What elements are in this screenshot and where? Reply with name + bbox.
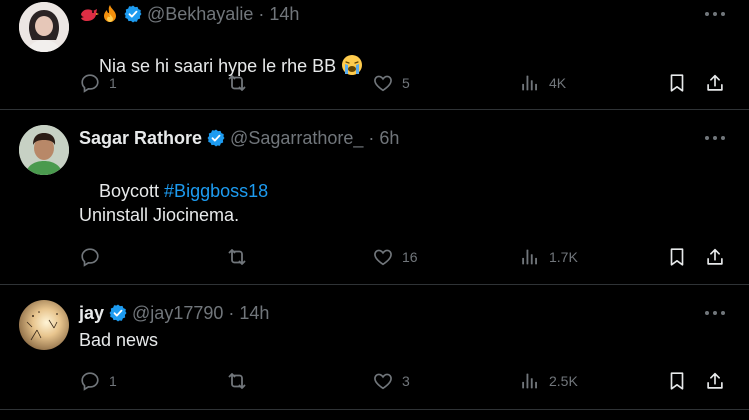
avatar[interactable]: [19, 300, 69, 350]
tweet-header: Sagar Rathore @Sagarrathore_ · 6h: [79, 127, 399, 149]
separator-dot: ·: [258, 3, 265, 24]
reply-count: 1: [109, 75, 117, 91]
tweet-handle[interactable]: @jay17790: [132, 303, 223, 324]
like-count: 3: [402, 373, 410, 389]
like-button[interactable]: 3: [372, 369, 410, 393]
reply-button[interactable]: 1: [79, 369, 117, 393]
like-icon: [372, 72, 394, 94]
tweet-author-name[interactable]: Sagar Rathore: [79, 128, 202, 149]
views-count: 1.7K: [549, 249, 578, 265]
tweet-author-name[interactable]: jay: [79, 303, 104, 324]
tweet-time[interactable]: 6h: [379, 128, 399, 149]
red-bird-emoji: [79, 5, 99, 23]
more-icon[interactable]: [704, 130, 726, 146]
bookmark-button[interactable]: [666, 369, 688, 393]
views-icon: [519, 246, 541, 268]
tweet-handle[interactable]: @Sagarrathore_: [230, 128, 363, 149]
retweet-button[interactable]: [225, 369, 249, 393]
tweet-actions: 16 1.7K: [0, 245, 749, 269]
bookmark-icon: [666, 246, 688, 268]
views-button[interactable]: 2.5K: [519, 369, 578, 393]
separator-dot: ·: [228, 302, 235, 323]
reply-icon: [79, 246, 101, 268]
verified-icon: [123, 4, 143, 24]
share-button[interactable]: [704, 71, 726, 95]
tweet-actions: 1 5 4K: [0, 71, 749, 95]
share-button[interactable]: [704, 245, 726, 269]
tweet-handle[interactable]: @Bekhayalie: [147, 4, 253, 25]
like-icon: [372, 370, 394, 392]
retweet-icon: [225, 369, 249, 393]
tweet[interactable]: @Bekhayalie · 14h Nia se hi saari hype l…: [0, 0, 749, 110]
views-icon: [519, 72, 541, 94]
tweet-time[interactable]: 14h: [239, 303, 269, 324]
like-button[interactable]: 5: [372, 71, 410, 95]
verified-icon: [108, 303, 128, 323]
verified-icon: [206, 128, 226, 148]
more-icon[interactable]: [704, 305, 726, 321]
tweet[interactable]: jay @jay17790 · 14h Bad news 1 3 2.5K: [0, 285, 749, 410]
tweet[interactable]: Sagar Rathore @Sagarrathore_ · 6h Boycot…: [0, 110, 749, 285]
reply-button[interactable]: [79, 245, 101, 269]
views-count: 2.5K: [549, 373, 578, 389]
tweet-actions: 1 3 2.5K: [0, 369, 749, 393]
retweet-icon: [225, 245, 249, 269]
avatar[interactable]: [19, 2, 69, 52]
tweet-header: jay @jay17790 · 14h: [79, 302, 269, 324]
bookmark-icon: [666, 72, 688, 94]
reply-icon: [79, 72, 101, 94]
reply-button[interactable]: 1: [79, 71, 117, 95]
like-button[interactable]: 16: [372, 245, 418, 269]
avatar[interactable]: [19, 125, 69, 175]
views-button[interactable]: 4K: [519, 71, 566, 95]
retweet-button[interactable]: [225, 71, 249, 95]
retweet-icon: [225, 71, 249, 95]
views-icon: [519, 370, 541, 392]
like-count: 5: [402, 75, 410, 91]
hashtag-link[interactable]: #Biggboss18: [164, 181, 268, 201]
fire-emoji: [101, 4, 119, 24]
views-count: 4K: [549, 75, 567, 91]
tweet-time[interactable]: 14h: [269, 4, 299, 25]
retweet-button[interactable]: [225, 245, 249, 269]
tweet-header: @Bekhayalie · 14h: [79, 3, 299, 25]
share-icon: [704, 246, 726, 268]
reply-count: 1: [109, 373, 117, 389]
share-button[interactable]: [704, 369, 726, 393]
separator-dot: ·: [368, 127, 375, 148]
like-icon: [372, 246, 394, 268]
bookmark-button[interactable]: [666, 71, 688, 95]
reply-icon: [79, 370, 101, 392]
tweet-text-prefix: Boycott: [99, 181, 165, 201]
like-count: 16: [402, 249, 418, 265]
tweet-text-line-2: Uninstall Jiocinema.: [79, 205, 240, 225]
bookmark-icon: [666, 370, 688, 392]
views-button[interactable]: 1.7K: [519, 245, 578, 269]
share-icon: [704, 72, 726, 94]
more-icon[interactable]: [704, 6, 726, 22]
bookmark-button[interactable]: [666, 245, 688, 269]
share-icon: [704, 370, 726, 392]
tweet-text: Bad news: [79, 330, 159, 350]
